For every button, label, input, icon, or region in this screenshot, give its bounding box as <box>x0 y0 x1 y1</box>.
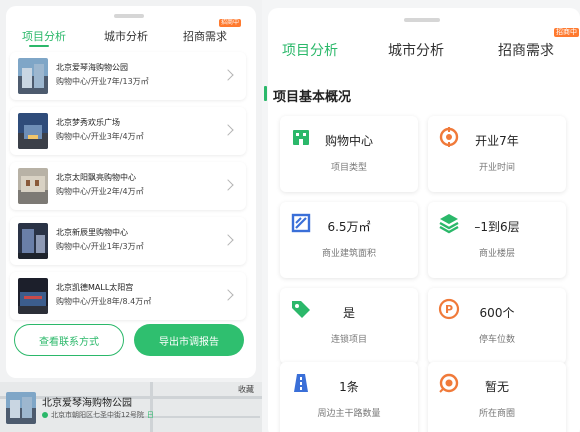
stat-label: 所在商圈 <box>478 409 515 419</box>
tab-bar: 项目分析 城市分析 招商需求 <box>0 28 262 50</box>
stat-value: 600个 <box>479 306 515 320</box>
stat-card-building-area: 6.5万㎡ 商业建筑面积 <box>280 202 418 278</box>
stat-label: 商业楼层 <box>478 249 515 259</box>
stat-card-opening-time: 开业7年 开业时间 <box>428 116 566 192</box>
mall-name: 北京爱琴海购物公园 <box>56 63 128 72</box>
stat-card-chain: 是 连锁项目 <box>280 288 418 364</box>
stat-label: 开业时间 <box>478 163 515 173</box>
stat-card-parking: P 600个 停车位数 <box>428 288 566 364</box>
screenshot-root: 项目分析 城市分析 招商需求 招商中 北京爱琴海购物公园 购物中心/开业7年/1… <box>0 0 580 432</box>
mall-thumbnail <box>18 58 48 94</box>
section-title: 项目基本概况 <box>273 90 352 105</box>
stat-label: 停车位数 <box>478 335 515 345</box>
stat-value: 6.5万㎡ <box>327 220 371 234</box>
tab-city-analysis[interactable]: 城市分析 <box>104 28 148 44</box>
chevron-right-icon <box>222 124 234 136</box>
mall-desc: 购物中心/开业8年/8.4万㎡ <box>56 297 152 306</box>
mall-name: 北京新辰里购物中心 <box>56 228 128 237</box>
view-contact-button[interactable]: 查看联系方式 <box>14 324 124 356</box>
tab-project-analysis[interactable]: 项目分析 <box>282 40 338 60</box>
stat-value: 暂无 <box>484 380 509 394</box>
favorite-label[interactable]: 收藏 <box>238 384 254 395</box>
tab-leasing-demand[interactable]: 招商需求 <box>183 28 227 44</box>
tab-city-analysis[interactable]: 城市分析 <box>388 40 444 60</box>
chevron-right-icon <box>222 234 234 246</box>
leasing-badge: 招商中 <box>219 19 242 27</box>
list-item[interactable]: 北京梦秀欢乐广场 购物中心/开业3年/4万㎡ <box>10 107 246 155</box>
project-detail-panel: 项目分析 城市分析 招商需求 招商中 项目基本概况 购物中心 项目类型 开业7年… <box>262 0 580 432</box>
drag-handle[interactable] <box>404 18 440 22</box>
mall-desc: 购物中心/开业7年/13万㎡ <box>56 77 149 86</box>
list-item[interactable]: 北京太阳飘亮购物中心 购物中心/开业2年/4万㎡ <box>10 162 246 210</box>
section-marker <box>264 86 267 101</box>
active-tab-indicator <box>29 45 49 47</box>
mall-name: 北京凯德MALL太阳宫 <box>56 283 134 292</box>
mall-list: 北京爱琴海购物公园 购物中心/开业7年/13万㎡ 北京梦秀欢乐广场 购物中心/开… <box>10 52 248 327</box>
mall-thumbnail <box>18 223 48 259</box>
tab-bar: 项目分析 城市分析 招商需求 <box>262 40 580 70</box>
list-item[interactable]: 北京爱琴海购物公园 购物中心/开业7年/13万㎡ <box>10 52 246 100</box>
stat-value: 是 <box>342 306 355 320</box>
stat-card-project-type: 购物中心 项目类型 <box>280 116 418 192</box>
leasing-badge: 招商中 <box>554 28 579 37</box>
mall-thumbnail <box>6 392 36 424</box>
mall-thumbnail <box>18 113 48 149</box>
export-report-button[interactable]: 导出市调报告 <box>134 324 244 356</box>
stat-label: 周边主干路数量 <box>317 409 381 419</box>
map-card-title: 北京爱琴海购物公园 <box>42 398 132 409</box>
stat-label: 连锁项目 <box>330 335 367 345</box>
mall-name: 北京太阳飘亮购物中心 <box>56 173 136 182</box>
list-item[interactable]: 北京凯德MALL太阳宫 购物中心/开业8年/8.4万㎡ <box>10 272 246 320</box>
list-item[interactable]: 北京新辰里购物中心 购物中心/开业1年/3万㎡ <box>10 217 246 265</box>
mall-thumbnail <box>18 168 48 204</box>
stat-card-floors: –1到6层 商业楼层 <box>428 202 566 278</box>
mall-desc: 购物中心/开业1年/3万㎡ <box>56 242 144 251</box>
chevron-right-icon <box>222 289 234 301</box>
stat-label: 项目类型 <box>330 163 367 173</box>
drag-handle[interactable] <box>114 14 144 18</box>
stat-card-main-roads: 1条 周边主干路数量 <box>280 362 418 432</box>
stat-label: 商业建筑面积 <box>321 249 376 259</box>
location-pin-icon <box>42 412 48 418</box>
stat-value: 开业7年 <box>475 134 519 148</box>
mall-desc: 购物中心/开业2年/4万㎡ <box>56 187 144 196</box>
mall-desc: 购物中心/开业3年/4万㎡ <box>56 132 144 141</box>
stat-value: 1条 <box>339 380 359 394</box>
chevron-right-icon <box>222 69 234 81</box>
tab-leasing-demand[interactable]: 招商需求 <box>498 40 554 60</box>
stat-value: 购物中心 <box>324 134 373 148</box>
chevron-right-icon <box>222 179 234 191</box>
stat-value: –1到6层 <box>474 220 520 234</box>
mall-name: 北京梦秀欢乐广场 <box>56 118 120 127</box>
map-location-card[interactable]: 北京爱琴海购物公园 北京市朝阳区七圣中街12号院日 <box>4 388 234 432</box>
map-card-address: 北京市朝阳区七圣中街12号院日 <box>42 410 154 420</box>
mall-list-panel: 项目分析 城市分析 招商需求 招商中 北京爱琴海购物公园 购物中心/开业7年/1… <box>0 0 262 432</box>
tab-project-analysis[interactable]: 项目分析 <box>22 28 66 44</box>
mall-thumbnail <box>18 278 48 314</box>
stat-card-business-district: 暂无 所在商圈 <box>428 362 566 432</box>
